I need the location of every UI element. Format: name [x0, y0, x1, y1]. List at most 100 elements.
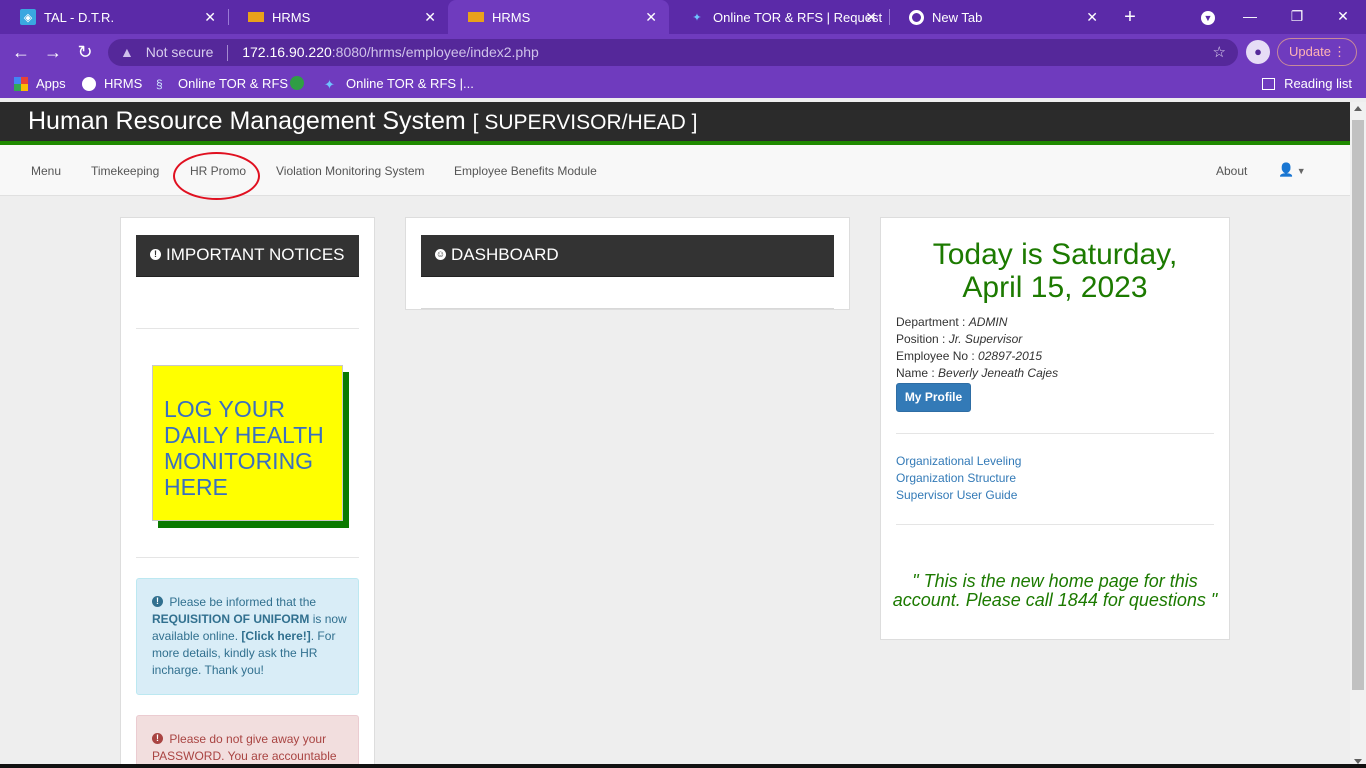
link-supervisor-user-guide[interactable]: Supervisor User Guide: [896, 488, 1017, 502]
bookmark-label: Online TOR & RFS |...: [346, 76, 474, 91]
app-header: Human Resource Management System [ SUPER…: [0, 102, 1350, 145]
reload-button[interactable]: ↻: [74, 41, 96, 63]
tab-title: TAL - D.T.R.: [44, 9, 115, 25]
update-label: Update: [1289, 44, 1331, 59]
tab-title: HRMS: [492, 9, 531, 25]
warning-icon: ▲: [120, 44, 134, 60]
link-organization-structure[interactable]: Organization Structure: [896, 471, 1016, 485]
tor-favicon-icon: ✦: [692, 11, 702, 24]
close-icon[interactable]: ✕: [204, 9, 216, 26]
address-bar[interactable]: ▲ Not secure 172.16.90.220:8080/hrms/emp…: [108, 39, 1238, 66]
taskbar-edge: [0, 764, 1366, 768]
new-tab-button[interactable]: +: [1118, 4, 1142, 30]
window-close-button[interactable]: ✕: [1323, 0, 1363, 34]
health-monitoring-banner[interactable]: LOG YOUR DAILY HEALTH MONITORING HERE: [152, 365, 343, 521]
minimize-button[interactable]: —: [1230, 0, 1270, 34]
uniform-notice: ! Please be informed that the REQUISITIO…: [136, 578, 359, 695]
divider: [896, 433, 1214, 434]
reading-list-label: Reading list: [1284, 76, 1352, 91]
more-menu-icon: ⋮: [1333, 44, 1346, 59]
address-toolbar: ← → ↻ ▲ Not secure 172.16.90.220:8080/hr…: [0, 34, 1366, 70]
scrollbar-thumb[interactable]: [1352, 120, 1364, 690]
link-organizational-leveling[interactable]: Organizational Leveling: [896, 454, 1021, 468]
bookmark-label: Apps: [36, 76, 66, 91]
tab-new-tab[interactable]: New Tab ✕: [889, 0, 1110, 34]
app-title: Human Resource Management System [ SUPER…: [28, 107, 698, 136]
reading-list-button[interactable]: Reading list: [1262, 76, 1352, 91]
department-value: ADMIN: [968, 315, 1008, 329]
today-date: Today is Saturday, April 15, 2023: [881, 238, 1229, 304]
tor-favicon-icon: ✦: [324, 76, 335, 92]
browser-profile-icon[interactable]: ●: [1246, 40, 1270, 64]
nav-timekeeping[interactable]: Timekeeping: [91, 164, 159, 178]
today-line-1: Today is Saturday,: [932, 238, 1178, 271]
bookmark-hrms[interactable]: HRMS: [82, 76, 142, 91]
employee-no-label: Employee No :: [896, 349, 975, 363]
url-host: 172.16.90.220: [242, 44, 332, 60]
department-label: Department :: [896, 315, 966, 329]
exclamation-circle-icon: !: [150, 248, 161, 260]
bookmark-online-tor-2[interactable]: ✦ Online TOR & RFS |...: [324, 76, 474, 92]
nav-violation-monitoring[interactable]: Violation Monitoring System: [276, 164, 425, 178]
bookmark-online-tor[interactable]: § Online TOR & RFS: [156, 76, 288, 91]
notice-text: Please be informed that the: [169, 595, 317, 609]
health-banner-text: LOG YOUR DAILY HEALTH MONITORING HERE: [164, 396, 324, 500]
bookmark-star-icon[interactable]: ☆: [1213, 39, 1226, 66]
tor-favicon-icon: §: [156, 76, 163, 91]
nav-about[interactable]: About: [1216, 164, 1247, 178]
employee-no-row: Employee No : 02897-2015: [896, 349, 1042, 363]
bookmark-label: Online TOR & RFS: [178, 76, 289, 91]
password-warning: ! Please do not give away your PASSWORD.…: [136, 715, 359, 768]
my-profile-button[interactable]: My Profile: [896, 383, 971, 412]
nav-menu[interactable]: Menu: [31, 164, 61, 178]
close-icon[interactable]: ✕: [645, 9, 657, 26]
tab-hrms-1[interactable]: HRMS ✕: [228, 0, 448, 34]
tab-online-tor[interactable]: ✦ Online TOR & RFS | Request ✕: [669, 0, 890, 34]
green-globe-icon: [290, 76, 304, 90]
divider: [136, 557, 359, 558]
notices-title: IMPORTANT NOTICES: [166, 245, 345, 264]
bookmark-apps[interactable]: Apps: [14, 76, 66, 91]
bookmarks-bar: Apps HRMS § Online TOR & RFS ✦ Online TO…: [0, 70, 1366, 98]
chrome-icon: [909, 9, 924, 25]
apps-grid-icon: [14, 76, 28, 91]
today-line-2: April 15, 2023: [962, 271, 1148, 304]
tab-hrms-active[interactable]: HRMS ✕: [448, 0, 669, 34]
url-path: :8080/hrms/employee/index2.php: [331, 44, 539, 60]
name-value: Beverly Jeneath Cajes: [938, 366, 1059, 380]
position-value: Jr. Supervisor: [948, 332, 1023, 346]
divider: [896, 524, 1214, 525]
close-icon[interactable]: ✕: [865, 9, 877, 26]
restore-button[interactable]: ❐: [1277, 0, 1317, 34]
bookmark-green[interactable]: [290, 76, 312, 90]
web-page: Human Resource Management System [ SUPER…: [0, 102, 1350, 768]
divider: [136, 328, 359, 329]
close-icon[interactable]: ✕: [424, 9, 436, 26]
update-button[interactable]: Update ⋮: [1277, 38, 1357, 66]
tab-tal-dtr[interactable]: ◈ TAL - D.T.R. ✕: [0, 0, 229, 34]
user-menu-dropdown[interactable]: 👤 ▼: [1278, 162, 1306, 178]
password-warning-text: Please do not give away your PASSWORD. Y…: [152, 732, 337, 763]
tab-search-button[interactable]: ▼: [1188, 0, 1228, 34]
employee-no-value: 02897-2015: [978, 349, 1043, 363]
homepage-quote: " This is the new home page for this acc…: [892, 571, 1218, 610]
department-row: Department : ADMIN: [896, 315, 1007, 329]
click-here-link[interactable]: [Click here!]: [241, 629, 310, 643]
nav-employee-benefits[interactable]: Employee Benefits Module: [454, 164, 597, 178]
role-label: [ SUPERVISOR/HEAD ]: [472, 111, 698, 134]
globe-icon: [82, 76, 96, 91]
dashboard-icon: ☺: [435, 248, 446, 260]
forward-button[interactable]: →: [42, 41, 64, 63]
profile-panel: Today is Saturday, April 15, 2023 Depart…: [880, 217, 1230, 640]
dashboard-title: DASHBOARD: [451, 245, 559, 264]
tab-title: Online TOR & RFS | Request: [713, 9, 883, 25]
user-icon: 👤: [1278, 162, 1295, 177]
dashboard-panel: ☺ DASHBOARD: [405, 217, 850, 310]
close-icon[interactable]: ✕: [1086, 9, 1098, 26]
notice-bold-text: REQUISITION OF UNIFORM: [152, 612, 310, 626]
notices-header: ! IMPORTANT NOTICES: [136, 235, 359, 277]
back-button[interactable]: ←: [10, 41, 32, 63]
exclamation-circle-icon: !: [152, 596, 163, 608]
page-scrollbar[interactable]: [1350, 102, 1366, 768]
scroll-up-icon[interactable]: [1354, 106, 1362, 111]
